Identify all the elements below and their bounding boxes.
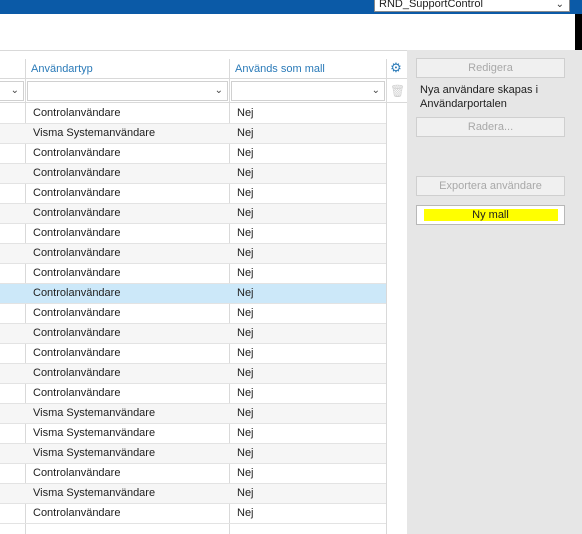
- table-row[interactable]: Controlanvändare Nej: [0, 384, 386, 404]
- table-row[interactable]: Controlanvändare Nej: [0, 104, 386, 124]
- table-row[interactable]: Visma Systemanvändare Nej: [0, 444, 386, 464]
- new-template-label: Ny mall: [423, 209, 558, 221]
- filter-used-as-template[interactable]: ⌄: [231, 81, 385, 101]
- cell-used-as-template: Nej: [237, 427, 254, 439]
- cell-user-type: Controlanvändare: [33, 267, 121, 279]
- cell-user-type: Controlanvändare: [33, 247, 121, 259]
- table-row[interactable]: Controlanvändare Nej: [0, 164, 386, 184]
- trash-icon: 🗑: [390, 84, 406, 98]
- cell-used-as-template: Nej: [237, 327, 254, 339]
- cell-user-type: Visma Systemanvändare: [33, 487, 156, 499]
- grid-rows: Controlanvändare Nej Visma Systemanvändare…: [0, 104, 386, 524]
- cell-used-as-template: Nej: [237, 307, 254, 319]
- cell-used-as-template: Nej: [237, 227, 254, 239]
- chevron-down-icon: ⌄: [555, 0, 564, 10]
- cell-user-type: Visma Systemanvändare: [33, 427, 156, 439]
- info-note: Nya användare skapas i Användarportalen: [420, 84, 539, 110]
- cell-used-as-template: Nej: [237, 387, 254, 399]
- cell-used-as-template: Nej: [237, 407, 254, 419]
- cell-user-type: Controlanvändare: [33, 287, 121, 299]
- table-row[interactable]: Visma Systemanvändare Nej: [0, 484, 386, 504]
- table-row[interactable]: Controlanvändare Nej: [0, 324, 386, 344]
- table-row[interactable]: Visma Systemanvändare Nej: [0, 124, 386, 144]
- cell-used-as-template: Nej: [237, 267, 254, 279]
- cell-used-as-template: Nej: [237, 467, 254, 479]
- cell-user-type: Controlanvändare: [33, 367, 121, 379]
- filter-first[interactable]: ⌄: [0, 81, 24, 101]
- cell-used-as-template: Nej: [237, 147, 254, 159]
- cell-used-as-template: Nej: [237, 187, 254, 199]
- table-row[interactable]: Controlanvändare Nej: [0, 264, 386, 284]
- cell-user-type: Controlanvändare: [33, 147, 121, 159]
- cell-used-as-template: Nej: [237, 367, 254, 379]
- chevron-down-icon: ⌄: [371, 85, 380, 96]
- gear-icon[interactable]: ⚙: [389, 61, 403, 75]
- table-row[interactable]: Visma Systemanvändare Nej: [0, 424, 386, 444]
- cell-user-type: Controlanvändare: [33, 167, 121, 179]
- cell-user-type: Controlanvändare: [33, 207, 121, 219]
- grid-header: Användartyp Används som mall: [0, 59, 407, 79]
- cell-user-type: Controlanvändare: [33, 187, 121, 199]
- chevron-down-icon: ⌄: [214, 85, 223, 96]
- delete-button[interactable]: Radera...: [416, 117, 565, 137]
- cell-user-type: Controlanvändare: [33, 227, 121, 239]
- table-row[interactable]: Controlanvändare Nej: [0, 184, 386, 204]
- cell-user-type: Controlanvändare: [33, 467, 121, 479]
- cell-used-as-template: Nej: [237, 127, 254, 139]
- table-row[interactable]: Controlanvändare Nej: [0, 284, 386, 304]
- table-row[interactable]: Controlanvändare Nej: [0, 364, 386, 384]
- company-select[interactable]: RND_SupportControl ⌄: [374, 0, 570, 12]
- top-bar: RND_SupportControl ⌄: [0, 0, 582, 14]
- filter-row: ⌄ ⌄ ⌄: [0, 79, 407, 103]
- column-header-used-as-template[interactable]: Används som mall: [230, 59, 387, 79]
- cell-user-type: Controlanvändare: [33, 347, 121, 359]
- cell-used-as-template: Nej: [237, 507, 254, 519]
- cell-user-type: Controlanvändare: [33, 507, 121, 519]
- cell-used-as-template: Nej: [237, 487, 254, 499]
- column-header-first[interactable]: [0, 59, 26, 79]
- new-template-button[interactable]: Ny mall: [416, 205, 565, 225]
- cell-user-type: Visma Systemanvändare: [33, 407, 156, 419]
- cell-used-as-template: Nej: [237, 107, 254, 119]
- cell-user-type: Visma Systemanvändare: [33, 447, 156, 459]
- cell-used-as-template: Nej: [237, 287, 254, 299]
- edit-button[interactable]: Redigera: [416, 58, 565, 78]
- column-header-user-type[interactable]: Användartyp: [26, 59, 230, 79]
- table-row[interactable]: Controlanvändare Nej: [0, 304, 386, 324]
- cell-user-type: Controlanvändare: [33, 387, 121, 399]
- cell-user-type: Controlanvändare: [33, 107, 121, 119]
- cell-used-as-template: Nej: [237, 167, 254, 179]
- export-users-button[interactable]: Exportera användare: [416, 176, 565, 196]
- cell-user-type: Visma Systemanvändare: [33, 127, 156, 139]
- table-row[interactable]: Controlanvändare Nej: [0, 464, 386, 484]
- column-divider: [386, 59, 387, 534]
- cell-used-as-template: Nej: [237, 347, 254, 359]
- table-row[interactable]: Controlanvändare Nej: [0, 224, 386, 244]
- filter-user-type[interactable]: ⌄: [27, 81, 228, 101]
- chevron-down-icon: ⌄: [10, 85, 19, 96]
- table-row[interactable]: Controlanvändare Nej: [0, 344, 386, 364]
- window-edge: [575, 14, 582, 50]
- cell-used-as-template: Nej: [237, 447, 254, 459]
- table-row[interactable]: Controlanvändare Nej: [0, 244, 386, 264]
- table-row[interactable]: Visma Systemanvändare Nej: [0, 404, 386, 424]
- cell-user-type: Controlanvändare: [33, 307, 121, 319]
- table-row[interactable]: Controlanvändare Nej: [0, 204, 386, 224]
- table-row[interactable]: Controlanvändare Nej: [0, 504, 386, 524]
- table-row[interactable]: Controlanvändare Nej: [0, 144, 386, 164]
- cell-used-as-template: Nej: [237, 247, 254, 259]
- company-select-value: RND_SupportControl: [379, 0, 483, 10]
- side-panel: Redigera Nya användare skapas i Användar…: [407, 50, 582, 534]
- cell-used-as-template: Nej: [237, 207, 254, 219]
- cell-user-type: Controlanvändare: [33, 327, 121, 339]
